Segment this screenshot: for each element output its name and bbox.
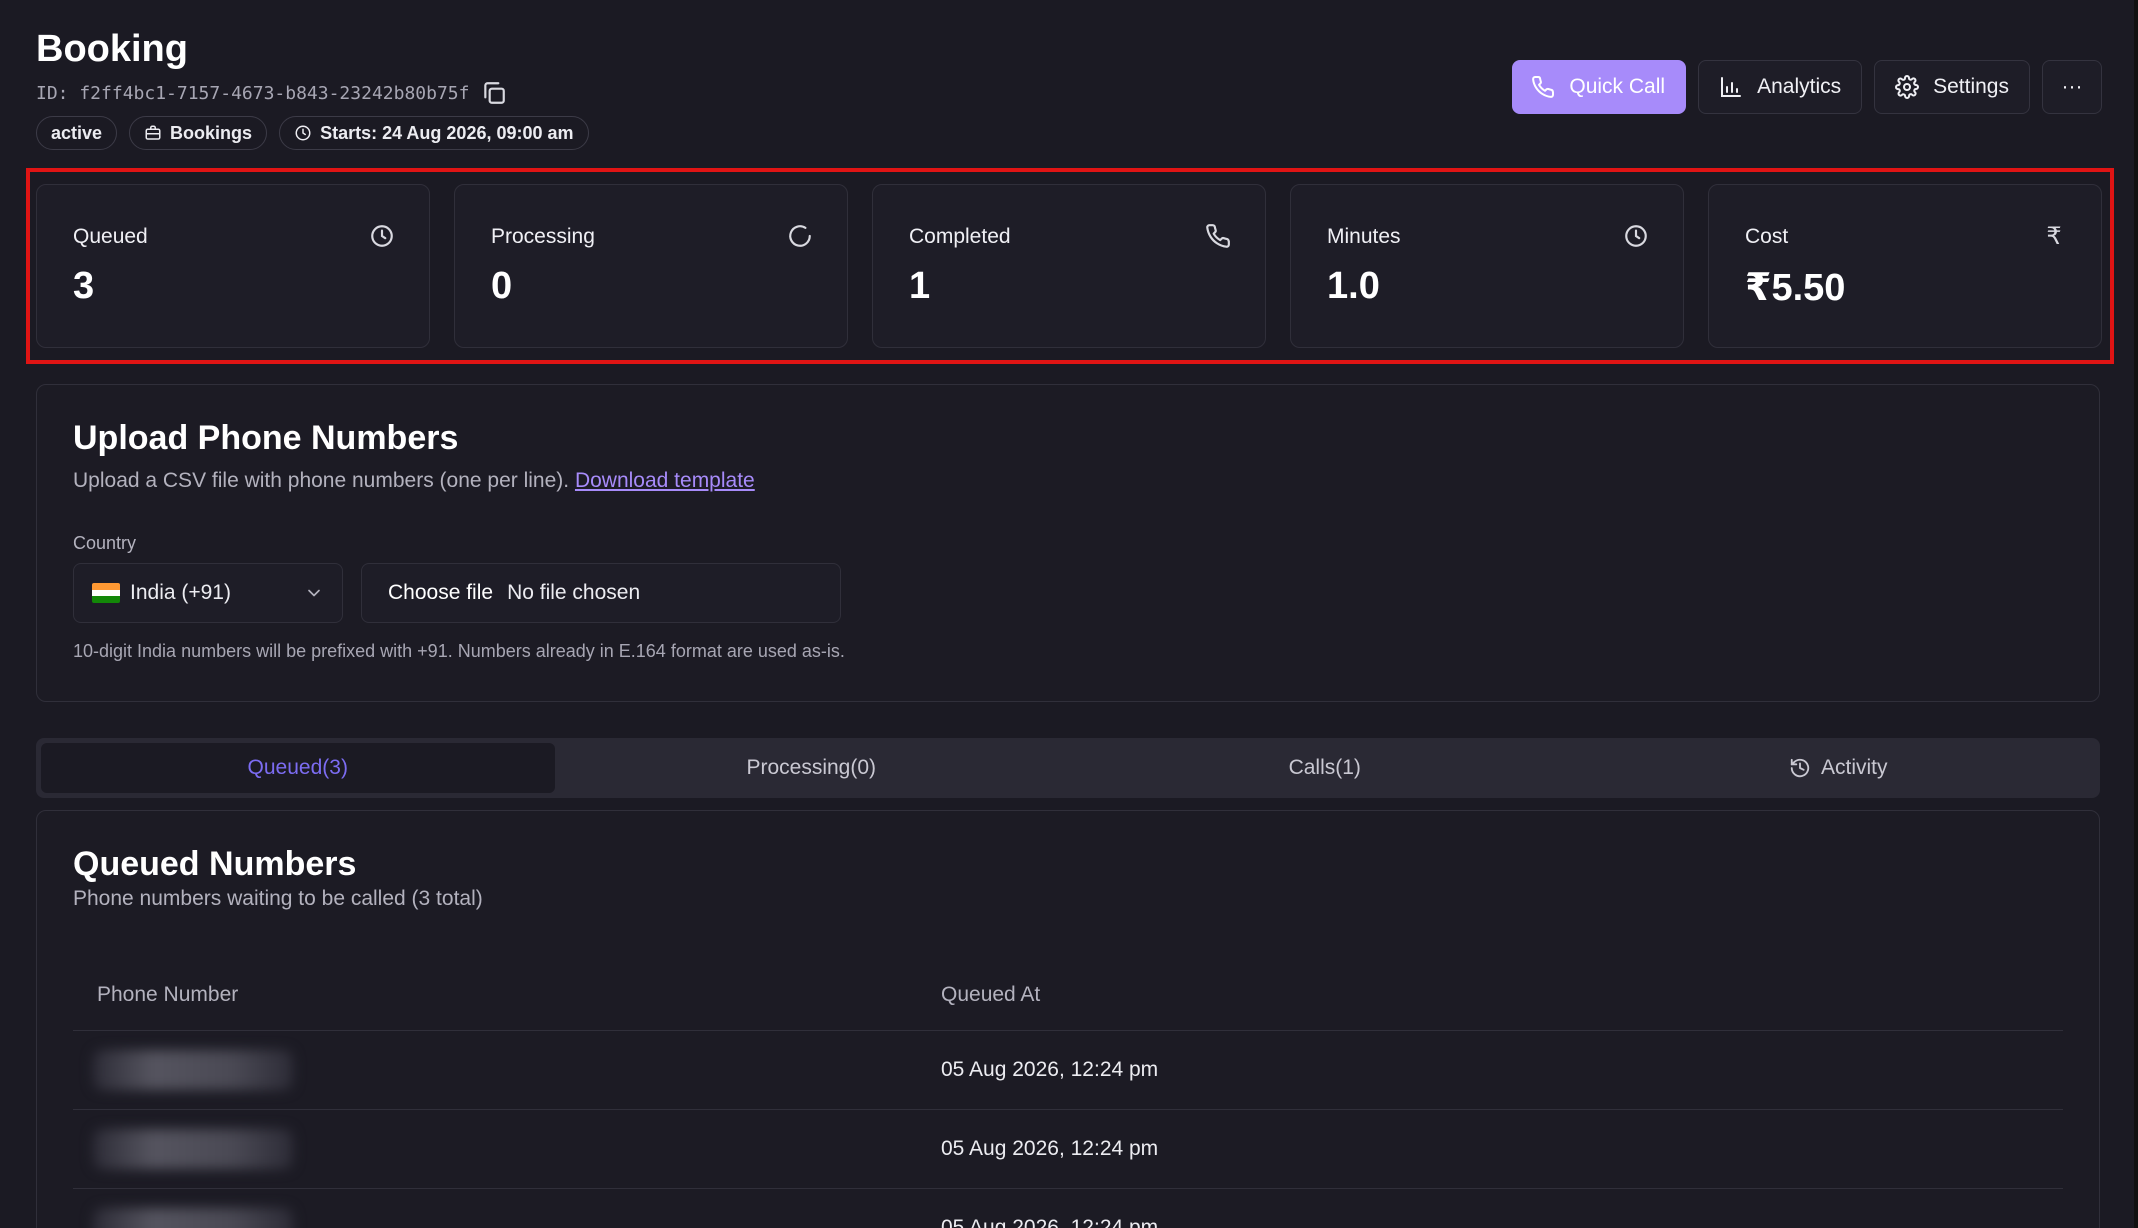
queued-at-cell: 05 Aug 2026, 12:24 pm [941, 1058, 1159, 1081]
status-badge-label: active [51, 122, 103, 143]
queued-description: Phone numbers waiting to be called (3 to… [73, 887, 483, 910]
quick-call-button[interactable]: Quick Call [1512, 60, 1687, 114]
start-time-badge: Starts: 24 Aug 2026, 09:00 am [279, 116, 589, 150]
tab-queued[interactable]: Queued(3) [41, 743, 555, 793]
stats-row: Queued 3 Processing 0 Completed 1 Minute… [36, 184, 2102, 348]
bar-chart-icon [1721, 77, 1742, 97]
badge-row: active Bookings Starts: 24 Aug 2026, 09:… [36, 116, 589, 150]
tab-label: Queued(3) [247, 756, 348, 779]
stat-card-processing: Processing 0 [454, 184, 848, 348]
tab-label: Activity [1820, 756, 1888, 779]
clock-icon [295, 125, 311, 141]
phone-icon [1532, 75, 1555, 98]
table-header: Phone Number Queued At [73, 959, 2063, 1031]
upload-description-text: Upload a CSV file with phone numbers (on… [73, 469, 570, 492]
page: Booking ID: f2ff4bc1-7157-4673-b843-2324… [0, 0, 2138, 1228]
queued-table: Phone Number Queued At 05 Aug 2026, 12:2… [73, 959, 2063, 1228]
start-time-label: Starts: 24 Aug 2026, 09:00 am [320, 122, 574, 143]
tab-label: Processing(0) [746, 756, 877, 779]
settings-button[interactable]: Settings [1874, 60, 2030, 114]
stat-value: ₹5.50 [1745, 267, 1846, 309]
file-status: No file chosen [507, 581, 641, 604]
table-row: 05 Aug 2026, 12:24 pm [73, 1031, 2063, 1110]
chevron-down-icon [308, 589, 320, 597]
table-row: 05 Aug 2026, 12:24 pm [73, 1189, 2063, 1228]
history-icon [1790, 758, 1810, 778]
page-title: Booking [36, 28, 188, 70]
column-header-queued-at: Queued At [941, 982, 1041, 1006]
stat-label: Cost [1745, 225, 1789, 248]
quick-call-label: Quick Call [1569, 75, 1666, 98]
column-header-phone: Phone Number [97, 982, 239, 1006]
country-value: India (+91) [130, 581, 231, 604]
stat-card-minutes: Minutes 1.0 [1290, 184, 1684, 348]
window-edge [2134, 0, 2138, 1228]
clock-icon [1625, 225, 1647, 247]
stat-card-completed: Completed 1 [872, 184, 1266, 348]
choose-file-button[interactable]: Choose file [388, 581, 493, 605]
refresh-icon [789, 225, 811, 247]
country-select[interactable]: India (+91) [73, 563, 343, 623]
clock-icon [371, 225, 393, 247]
ellipsis-icon: ··· [2061, 75, 2083, 98]
tab-calls[interactable]: Calls(1) [1068, 743, 1582, 793]
category-badge: Bookings [129, 116, 268, 150]
india-flag-icon [92, 583, 120, 603]
upload-description: Upload a CSV file with phone numbers (on… [73, 469, 755, 493]
gear-icon [1895, 75, 1920, 99]
copy-icon[interactable] [481, 80, 507, 106]
stat-card-cost: Cost ₹5.50 ₹ [1708, 184, 2102, 348]
table-row: 05 Aug 2026, 12:24 pm [73, 1110, 2063, 1189]
redacted-phone-number [93, 1050, 293, 1090]
redacted-phone-number [93, 1129, 293, 1169]
stat-value: 1 [909, 265, 931, 307]
queued-panel: Queued Numbers Phone numbers waiting to … [36, 810, 2100, 1228]
tab-label: Calls(1) [1288, 756, 1361, 779]
download-template-link[interactable]: Download template [575, 469, 755, 492]
stat-value: 0 [491, 265, 513, 307]
redacted-phone-number [93, 1208, 293, 1228]
status-badge: active [36, 116, 118, 150]
file-input[interactable]: Choose file No file chosen [361, 563, 841, 623]
id-row: ID: f2ff4bc1-7157-4673-b843-23242b80b75f [36, 80, 507, 106]
category-badge-label: Bookings [170, 122, 253, 143]
upload-panel: Upload Phone Numbers Upload a CSV file w… [36, 384, 2100, 702]
stat-value: 3 [73, 265, 95, 307]
tab-processing[interactable]: Processing(0) [555, 743, 1069, 793]
analytics-button[interactable]: Analytics [1698, 60, 1863, 114]
stat-value: 1.0 [1327, 265, 1380, 307]
more-options-button[interactable]: ··· [2042, 60, 2102, 114]
rupee-icon: ₹ [2046, 222, 2062, 250]
stat-card-queued: Queued 3 [36, 184, 430, 348]
stat-label: Minutes [1327, 225, 1401, 248]
settings-label: Settings [1933, 75, 2009, 98]
stat-label: Completed [909, 225, 1011, 248]
stat-label: Queued [73, 225, 148, 248]
phone-icon [1206, 224, 1230, 248]
queued-title: Queued Numbers [73, 845, 357, 883]
analytics-label: Analytics [1757, 75, 1842, 98]
queued-at-cell: 05 Aug 2026, 12:24 pm [941, 1137, 1159, 1160]
tab-activity[interactable]: Activity [1582, 743, 2096, 793]
country-label: Country [73, 533, 137, 553]
briefcase-icon [145, 125, 161, 140]
booking-id: ID: f2ff4bc1-7157-4673-b843-23242b80b75f [36, 82, 470, 104]
header-actions: Quick Call Analytics Settings ··· [1512, 60, 2102, 114]
upload-title: Upload Phone Numbers [73, 419, 459, 457]
upload-hint: 10-digit India numbers will be prefixed … [73, 641, 845, 661]
tab-bar: Queued(3) Processing(0) Calls(1) Activit… [36, 738, 2100, 798]
stat-label: Processing [491, 225, 595, 248]
queued-at-cell: 05 Aug 2026, 12:24 pm [941, 1216, 1159, 1228]
